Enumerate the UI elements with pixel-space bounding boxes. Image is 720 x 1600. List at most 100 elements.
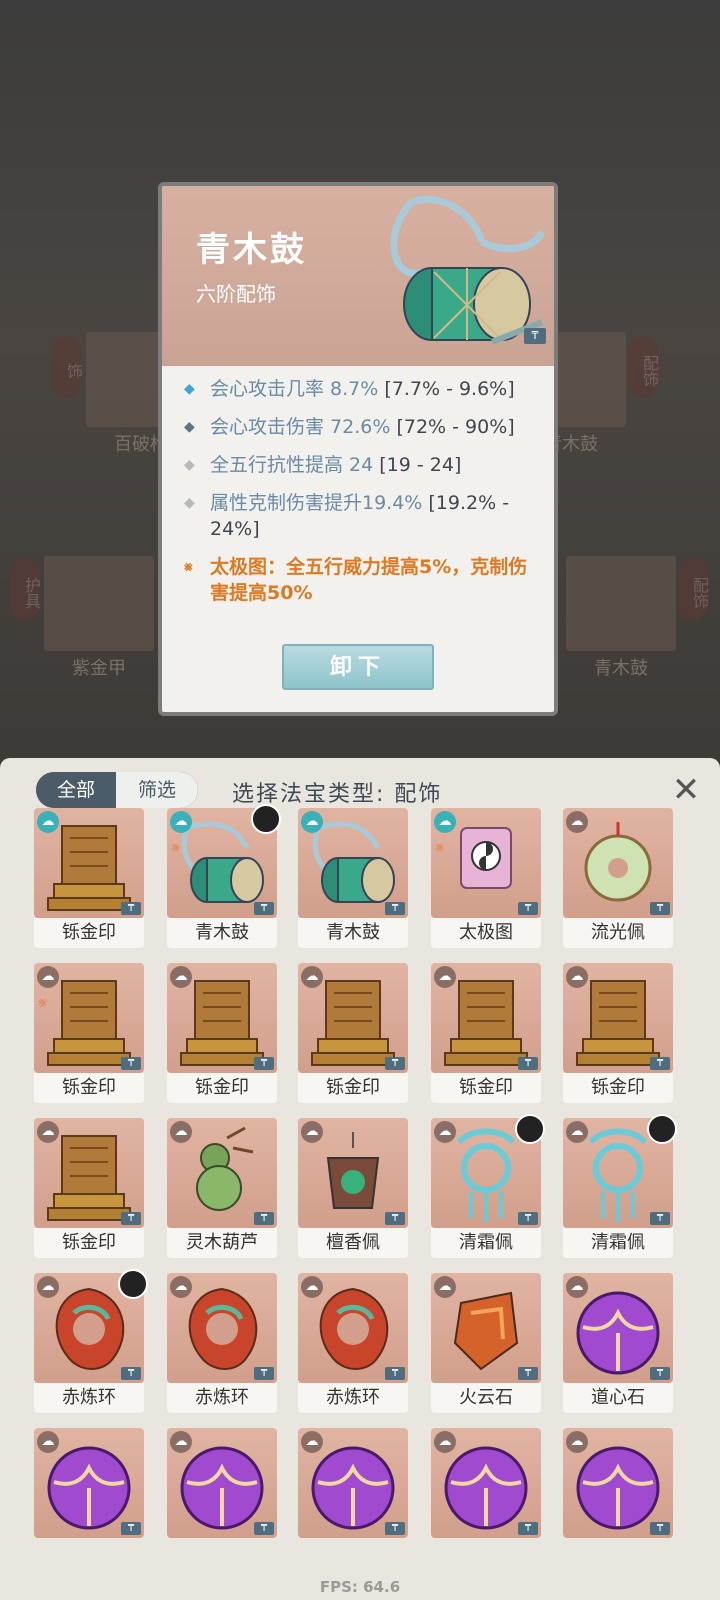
item-name: 铄金印 (34, 1073, 144, 1103)
inventory-item[interactable]: ₸ ☁ 铄金印 (298, 963, 408, 1103)
item-name: 清霜佩 (431, 1228, 541, 1258)
inventory-item[interactable]: ₸ ☁ (167, 1428, 277, 1568)
set-mark-icon: ⨳ (435, 838, 445, 856)
owner-avatar (251, 804, 281, 834)
stat-text: 会心攻击几率 8.7% (210, 378, 379, 400)
bg-slot-tag: 配饰 (628, 336, 659, 398)
item-name: 流光佩 (563, 918, 673, 948)
cloud-badge-icon: ☁ (566, 811, 588, 833)
cloud-badge-icon: ☁ (434, 811, 456, 833)
grade-badge: ₸ (518, 1367, 538, 1380)
item-name: 铄金印 (34, 1228, 144, 1258)
owner-avatar (647, 1114, 677, 1144)
cloud-badge-icon: ☁ (566, 1121, 588, 1143)
inventory-item[interactable]: ₸ ☁ ⨳ 青木鼓 (167, 804, 281, 948)
item-name: 赤炼环 (298, 1383, 408, 1413)
stat-counter-damage: ◆ 属性克制伤害提升19.4% [19.2% - 24%] (182, 490, 542, 542)
bg-slot-tag: 饰 (52, 336, 83, 398)
item-name: 檀香佩 (298, 1228, 408, 1258)
inventory-item[interactable]: ₸ ☁ 灵木葫芦 (167, 1118, 277, 1258)
cloud-badge-icon: ☁ (301, 1276, 323, 1298)
grade-badge: ₸ (518, 1212, 538, 1225)
inventory-item[interactable]: ₸ ☁ 流光佩 (563, 808, 673, 948)
inventory-item[interactable]: ₸ ☁ 铄金印 (563, 963, 673, 1103)
grade-badge: ₸ (385, 902, 405, 915)
diamond-icon: ◆ (184, 419, 195, 435)
item-name: 太极图 (431, 918, 541, 948)
fps-counter: FPS: 64.6 (319, 1578, 401, 1596)
cloud-badge-icon: ☁ (434, 1431, 456, 1453)
inventory-item[interactable]: ₸ ☁ ⨳ 铄金印 (34, 963, 144, 1103)
inventory-item[interactable]: ₸ ☁ 清霜佩 (563, 1114, 677, 1258)
inventory-item[interactable]: ₸ ☁ 火云石 (431, 1273, 541, 1413)
inventory-item[interactable]: ₸ ☁ 铄金印 (431, 963, 541, 1103)
inventory-item[interactable]: ₸ ☁ 赤炼环 (298, 1273, 408, 1413)
bg-slot-armor (44, 556, 154, 651)
inventory-item[interactable]: ₸ ☁ (298, 1428, 408, 1568)
tab-all[interactable]: 全部 (36, 772, 116, 808)
grade-badge: ₸ (254, 902, 274, 915)
item-name: 铄金印 (167, 1073, 277, 1103)
grade-badge: ₸ (121, 1522, 141, 1535)
bg-slot-tag: 护具 (10, 558, 41, 620)
inventory-item[interactable]: ₸ ☁ 铄金印 (34, 1118, 144, 1258)
set-bonus: ⨳ 太极图：全五行威力提高5%，克制伤害提高50% (182, 554, 542, 606)
item-detail-popup: 青木鼓 六阶配饰 ₸ ◆ 会心攻击几率 8.7% [7.7% - 9.6%] ◆… (158, 182, 558, 716)
grade-badge: ₸ (254, 1367, 274, 1380)
item-name: 铄金印 (298, 1073, 408, 1103)
stat-text: 会心攻击伤害 72.6% (210, 416, 391, 438)
diamond-icon: ◆ (184, 381, 195, 397)
stat-range: [7.7% - 9.6%] (378, 378, 515, 400)
tab-filter[interactable]: 筛选 (116, 772, 198, 808)
item-name: 灵木葫芦 (167, 1228, 277, 1258)
grade-badge: ₸ (650, 1367, 670, 1380)
stat-crit-rate: ◆ 会心攻击几率 8.7% [7.7% - 9.6%] (182, 376, 542, 402)
unequip-button[interactable]: 卸下 (282, 644, 434, 690)
grade-badge: ₸ (121, 1367, 141, 1380)
stat-range: [72% - 90%] (390, 416, 515, 438)
inventory-item[interactable]: ₸ ☁ 清霜佩 (431, 1114, 545, 1258)
inventory-item[interactable]: ₸ ☁ 铄金印 (167, 963, 277, 1103)
cloud-badge-icon: ☁ (170, 1276, 192, 1298)
grade-badge: ₸ (650, 1212, 670, 1225)
cloud-badge-icon: ☁ (301, 1121, 323, 1143)
bg-slot-label: 青木鼓 (594, 658, 648, 679)
grade-badge: ₸ (385, 1057, 405, 1070)
inventory-item[interactable]: ₸ ☁ 青木鼓 (298, 808, 408, 948)
bg-slot-accessory-2 (566, 556, 676, 651)
close-icon[interactable]: ✕ (666, 770, 706, 810)
item-name: 赤炼环 (167, 1383, 277, 1413)
inventory-item[interactable]: ₸ ☁ 道心石 (563, 1273, 673, 1413)
inventory-item[interactable]: ₸ ☁ (34, 1428, 144, 1568)
grade-badge: ₸ (518, 902, 538, 915)
set-mark-icon: ⨳ (38, 993, 48, 1011)
item-name: 赤炼环 (34, 1383, 144, 1413)
item-name: 青木鼓 (298, 918, 408, 948)
diamond-icon: ◆ (184, 495, 195, 511)
inventory-item[interactable]: ₸ ☁ 檀香佩 (298, 1118, 408, 1258)
grade-badge: ₸ (121, 902, 141, 915)
stat-text: 属性克制伤害提升19.4% (210, 492, 423, 514)
cloud-badge-icon: ☁ (301, 811, 323, 833)
bg-slot-tag: 配饰 (678, 558, 709, 620)
grade-badge: ₸ (650, 1057, 670, 1070)
inventory-item[interactable]: ₸ ☁ ⨳ 太极图 (431, 808, 541, 948)
cloud-badge-icon: ☁ (566, 1431, 588, 1453)
inventory-item[interactable]: ₸ ☁ (563, 1428, 673, 1568)
inventory-item[interactable]: ₸ ☁ 赤炼环 (34, 1269, 148, 1413)
cloud-badge-icon: ☁ (170, 966, 192, 988)
cloud-badge-icon: ☁ (37, 811, 59, 833)
grade-badge: ₸ (650, 902, 670, 915)
bg-slot-label: 紫金甲 (72, 658, 126, 679)
inventory-item[interactable]: ₸ ☁ 赤炼环 (167, 1273, 277, 1413)
item-name: 铄金印 (563, 1073, 673, 1103)
cloud-badge-icon: ☁ (434, 966, 456, 988)
inventory-item[interactable]: ₸ ☁ (431, 1428, 541, 1568)
grade-badge: ₸ (524, 328, 546, 344)
grade-badge: ₸ (385, 1522, 405, 1535)
grade-badge: ₸ (121, 1212, 141, 1225)
cloud-badge-icon: ☁ (301, 966, 323, 988)
inventory-item[interactable]: ₸ ☁ 铄金印 (34, 808, 144, 948)
set-bonus-icon: ⨳ (184, 559, 193, 575)
filter-segment: 全部 筛选 (36, 772, 198, 808)
